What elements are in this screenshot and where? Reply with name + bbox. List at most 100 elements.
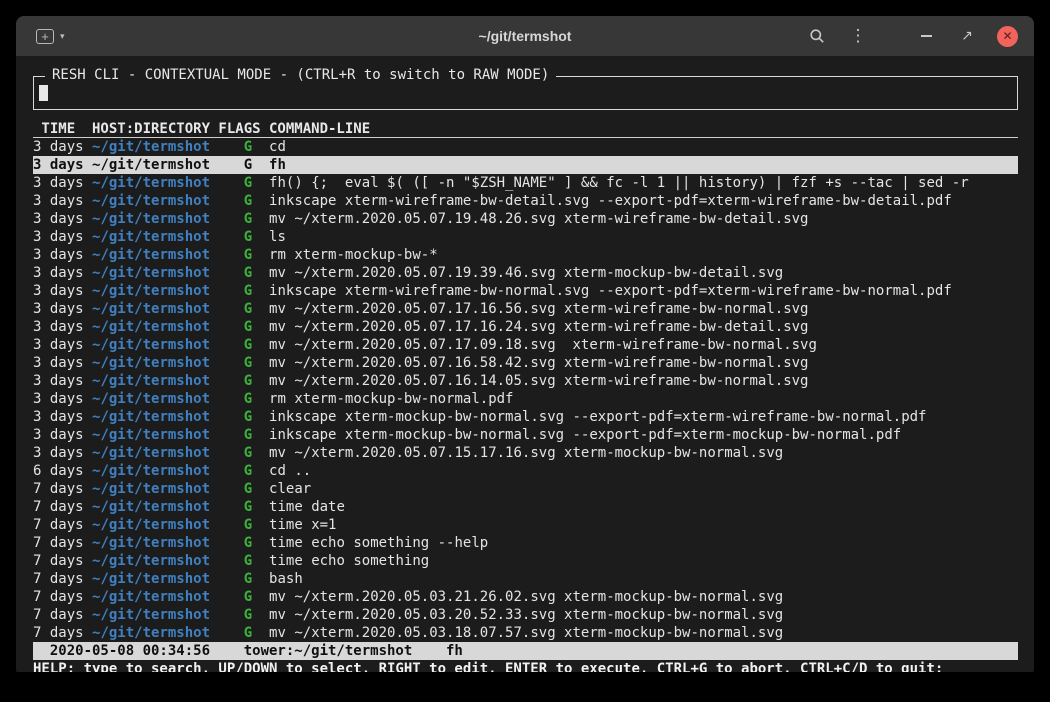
- row-command: rm xterm-mockup-bw-normal.pdf: [269, 391, 513, 407]
- row-command: time date: [269, 499, 345, 515]
- row-time: 3 days: [33, 355, 84, 371]
- history-row[interactable]: 3 days ~/git/termshot G inkscape xterm-m…: [33, 426, 1018, 444]
- row-time: 3 days: [33, 157, 84, 173]
- history-row[interactable]: 3 days ~/git/termshot G mv ~/xterm.2020.…: [33, 336, 1018, 354]
- row-host-directory: ~/git/termshot: [92, 517, 210, 533]
- history-row[interactable]: 7 days ~/git/termshot G clear: [33, 480, 1018, 498]
- row-time: 3 days: [33, 265, 84, 281]
- history-row[interactable]: 3 days ~/git/termshot G mv ~/xterm.2020.…: [33, 372, 1018, 390]
- history-row[interactable]: 3 days ~/git/termshot G rm xterm-mockup-…: [33, 246, 1018, 264]
- terminal-screen[interactable]: RESH CLI - CONTEXTUAL MODE - (CTRL+R to …: [16, 57, 1034, 672]
- row-time: 3 days: [33, 319, 84, 335]
- help-line: HELP: type to search, UP/DOWN to select,…: [33, 660, 1018, 672]
- row-time: 3 days: [33, 283, 84, 299]
- history-row[interactable]: 3 days ~/git/termshot G mv ~/xterm.2020.…: [33, 210, 1018, 228]
- minimize-icon: [921, 35, 932, 37]
- minimize-button[interactable]: [915, 25, 937, 47]
- history-row[interactable]: 3 days ~/git/termshot G mv ~/xterm.2020.…: [33, 444, 1018, 462]
- row-host-directory: ~/git/termshot: [92, 211, 210, 227]
- row-host-directory: ~/git/termshot: [92, 157, 210, 173]
- history-row[interactable]: 7 days ~/git/termshot G time x=1: [33, 516, 1018, 534]
- history-row[interactable]: 7 days ~/git/termshot G bash: [33, 570, 1018, 588]
- row-flags: G: [244, 355, 252, 371]
- row-host-directory: ~/git/termshot: [92, 589, 210, 605]
- row-host-directory: ~/git/termshot: [92, 283, 210, 299]
- history-row[interactable]: 3 days ~/git/termshot G mv ~/xterm.2020.…: [33, 300, 1018, 318]
- resh-search-input[interactable]: RESH CLI - CONTEXTUAL MODE - (CTRL+R to …: [33, 76, 1018, 110]
- row-command: mv ~/xterm.2020.05.07.17.09.18.svg xterm…: [269, 337, 817, 353]
- row-time: 3 days: [33, 193, 84, 209]
- row-host-directory: ~/git/termshot: [92, 463, 210, 479]
- row-flags: G: [244, 193, 252, 209]
- titlebar[interactable]: + ▾ ~/git/termshot ⋮ ↗ ✕: [16, 16, 1034, 57]
- row-time: 3 days: [33, 337, 84, 353]
- row-flags: G: [244, 625, 252, 641]
- history-row[interactable]: 3 days ~/git/termshot G fh: [33, 156, 1018, 174]
- history-header: TIME HOST:DIRECTORY FLAGS COMMAND-LINE: [33, 120, 1018, 138]
- row-host-directory: ~/git/termshot: [92, 175, 210, 191]
- row-flags: G: [244, 517, 252, 533]
- history-row[interactable]: 7 days ~/git/termshot G mv ~/xterm.2020.…: [33, 588, 1018, 606]
- history-row[interactable]: 3 days ~/git/termshot G cd: [33, 138, 1018, 156]
- row-host-directory: ~/git/termshot: [92, 409, 210, 425]
- row-host-directory: ~/git/termshot: [92, 535, 210, 551]
- row-command: cd ..: [269, 463, 311, 479]
- row-host-directory: ~/git/termshot: [92, 355, 210, 371]
- row-command: mv ~/xterm.2020.05.07.17.16.24.svg xterm…: [269, 319, 808, 335]
- history-row[interactable]: 3 days ~/git/termshot G fh() {; eval $( …: [33, 174, 1018, 192]
- row-time: 7 days: [33, 571, 84, 587]
- restore-button[interactable]: ↗: [956, 25, 978, 47]
- row-host-directory: ~/git/termshot: [92, 373, 210, 389]
- row-command: ls: [269, 229, 286, 245]
- history-row[interactable]: 3 days ~/git/termshot G rm xterm-mockup-…: [33, 390, 1018, 408]
- history-row[interactable]: 3 days ~/git/termshot G mv ~/xterm.2020.…: [33, 264, 1018, 282]
- row-time: 6 days: [33, 463, 84, 479]
- row-command: bash: [269, 571, 303, 587]
- row-command: mv ~/xterm.2020.05.07.16.14.05.svg xterm…: [269, 373, 808, 389]
- row-flags: G: [244, 553, 252, 569]
- row-command: inkscape xterm-mockup-bw-normal.svg --ex…: [269, 409, 926, 425]
- history-row[interactable]: 3 days ~/git/termshot G inkscape xterm-w…: [33, 192, 1018, 210]
- new-tab-button[interactable]: + ▾: [32, 25, 69, 48]
- history-row[interactable]: 3 days ~/git/termshot G mv ~/xterm.2020.…: [33, 354, 1018, 372]
- row-host-directory: ~/git/termshot: [92, 427, 210, 443]
- row-command: inkscape xterm-wireframe-bw-detail.svg -…: [269, 193, 952, 209]
- row-flags: G: [244, 139, 252, 155]
- row-flags: G: [244, 283, 252, 299]
- row-command: clear: [269, 481, 311, 497]
- history-row[interactable]: 3 days ~/git/termshot G ls: [33, 228, 1018, 246]
- history-row[interactable]: 3 days ~/git/termshot G inkscape xterm-w…: [33, 282, 1018, 300]
- row-command: mv ~/xterm.2020.05.07.19.39.46.svg xterm…: [269, 265, 783, 281]
- row-command: time echo something --help: [269, 535, 488, 551]
- new-tab-icon: +: [36, 29, 54, 44]
- row-command: time echo something: [269, 553, 429, 569]
- history-row[interactable]: 3 days ~/git/termshot G mv ~/xterm.2020.…: [33, 318, 1018, 336]
- row-time: 7 days: [33, 535, 84, 551]
- history-row[interactable]: 7 days ~/git/termshot G time date: [33, 498, 1018, 516]
- history-row[interactable]: 7 days ~/git/termshot G mv ~/xterm.2020.…: [33, 624, 1018, 642]
- restore-icon: ↗: [961, 28, 973, 44]
- row-flags: G: [244, 211, 252, 227]
- history-row[interactable]: 7 days ~/git/termshot G mv ~/xterm.2020.…: [33, 606, 1018, 624]
- close-button[interactable]: ✕: [997, 26, 1018, 47]
- row-time: 3 days: [33, 301, 84, 317]
- resh-mode-label: RESH CLI - CONTEXTUAL MODE - (CTRL+R to …: [45, 67, 556, 83]
- row-flags: G: [244, 571, 252, 587]
- row-host-directory: ~/git/termshot: [92, 571, 210, 587]
- row-host-directory: ~/git/termshot: [92, 301, 210, 317]
- history-row[interactable]: 7 days ~/git/termshot G time echo someth…: [33, 534, 1018, 552]
- history-row[interactable]: 7 days ~/git/termshot G time echo someth…: [33, 552, 1018, 570]
- menu-button[interactable]: ⋮: [847, 25, 869, 47]
- row-time: 7 days: [33, 589, 84, 605]
- history-row[interactable]: 3 days ~/git/termshot G inkscape xterm-m…: [33, 408, 1018, 426]
- row-command: mv ~/xterm.2020.05.07.15.17.16.svg xterm…: [269, 445, 783, 461]
- search-button[interactable]: [806, 25, 828, 47]
- row-time: 3 days: [33, 211, 84, 227]
- search-icon: [809, 28, 825, 44]
- row-time: 7 days: [33, 625, 84, 641]
- row-flags: G: [244, 175, 252, 191]
- row-command: mv ~/xterm.2020.05.07.16.58.42.svg xterm…: [269, 355, 808, 371]
- history-row[interactable]: 6 days ~/git/termshot G cd ..: [33, 462, 1018, 480]
- row-flags: G: [244, 427, 252, 443]
- row-command: time x=1: [269, 517, 336, 533]
